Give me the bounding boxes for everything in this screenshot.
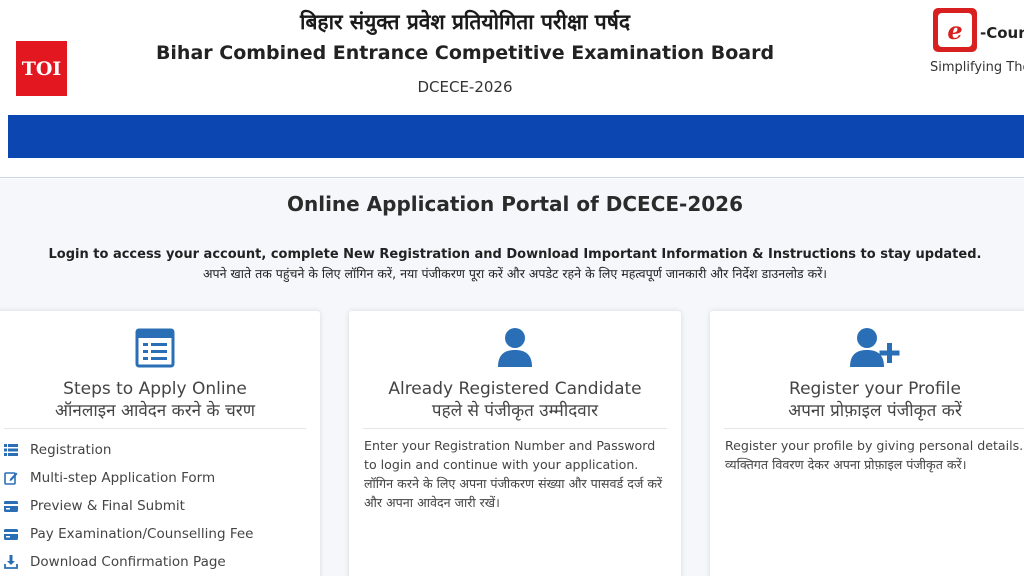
sub-nav-strip — [0, 158, 1024, 178]
exam-code: DCECE-2026 — [417, 78, 513, 96]
step-label: Pay Examination/Counselling Fee — [30, 526, 254, 542]
step-download-confirmation[interactable]: Download Confirmation Page — [2, 548, 322, 576]
description-english: Register your profile by giving personal… — [725, 438, 1024, 453]
user-icon — [498, 328, 532, 367]
step-label: Download Confirmation Page — [30, 554, 226, 570]
description-hindi: लॉगिन करने के लिए अपना पंजीकरण संख्या और… — [364, 476, 663, 510]
step-label: Multi-step Application Form — [30, 470, 216, 486]
board-title-english: Bihar Combined Entrance Competitive Exam… — [155, 42, 775, 64]
brand-name: -Couns — [980, 24, 1024, 42]
edit-icon — [2, 471, 20, 485]
register-profile-card[interactable]: Register your Profile अपना प्रोफ़ाइल पंज… — [710, 311, 1024, 576]
user-plus-icon — [850, 328, 900, 367]
card-title: Already Registered Candidate — [388, 379, 642, 399]
card-divider — [363, 428, 667, 429]
portal-title: Online Application Portal of DCECE-2026 — [286, 192, 744, 216]
nav-bar-tab — [0, 115, 8, 158]
step-label: Registration — [30, 442, 112, 458]
steps-card: Steps to Apply Online ऑनलाइन आवेदन करने … — [0, 311, 320, 576]
card-divider — [724, 428, 1024, 429]
card-title: Register your Profile — [789, 379, 961, 399]
step-application-form[interactable]: Multi-step Application Form — [2, 464, 322, 492]
card-divider — [4, 428, 306, 429]
main-content: Online Application Portal of DCECE-2026 … — [0, 179, 1024, 576]
e-letter-icon: e — [938, 13, 972, 47]
card-icon — [2, 499, 20, 513]
step-pay-fee[interactable]: Pay Examination/Counselling Fee — [2, 520, 322, 548]
card-icon — [2, 527, 20, 541]
registered-candidate-card[interactable]: Already Registered Candidate पहले से पंज… — [349, 311, 681, 576]
download-icon — [2, 555, 20, 569]
card-description: Enter your Registration Number and Passw… — [364, 436, 669, 512]
step-preview-submit[interactable]: Preview & Final Submit — [2, 492, 322, 520]
description-english: Enter your Registration Number and Passw… — [364, 438, 656, 472]
site-header: TOI बिहार संयुक्त प्रवेश प्रतियोगिता परी… — [0, 0, 1024, 115]
intro-text-english: Login to access your account, complete N… — [48, 247, 982, 262]
description-hindi: व्यक्तिगत विवरण देकर अपना प्रोफ़ाइल पंजी… — [725, 457, 967, 472]
card-title: Steps to Apply Online — [63, 379, 247, 399]
list-icon — [2, 443, 20, 457]
steps-list: Registration Multi-step Application Form… — [2, 436, 322, 576]
step-label: Preview & Final Submit — [30, 498, 185, 514]
card-subtitle: पहले से पंजीकृत उम्मीदवार — [431, 401, 599, 421]
nav-bar — [0, 115, 1024, 158]
brand-tagline: Simplifying The — [930, 60, 1024, 75]
intro-text-hindi: अपने खाते तक पहुंचने के लिए लॉगिन करें, … — [202, 266, 828, 281]
card-description: Register your profile by giving personal… — [725, 436, 1024, 474]
form-icon — [135, 328, 175, 368]
card-subtitle: अपना प्रोफ़ाइल पंजीकृत करें — [788, 401, 962, 421]
board-title-hindi: बिहार संयुक्त प्रवेश प्रतियोगिता परीक्षा… — [300, 10, 630, 34]
e-counselling-logo-icon[interactable]: e — [933, 8, 977, 52]
card-subtitle: ऑनलाइन आवेदन करने के चरण — [55, 401, 255, 421]
step-registration[interactable]: Registration — [2, 436, 322, 464]
